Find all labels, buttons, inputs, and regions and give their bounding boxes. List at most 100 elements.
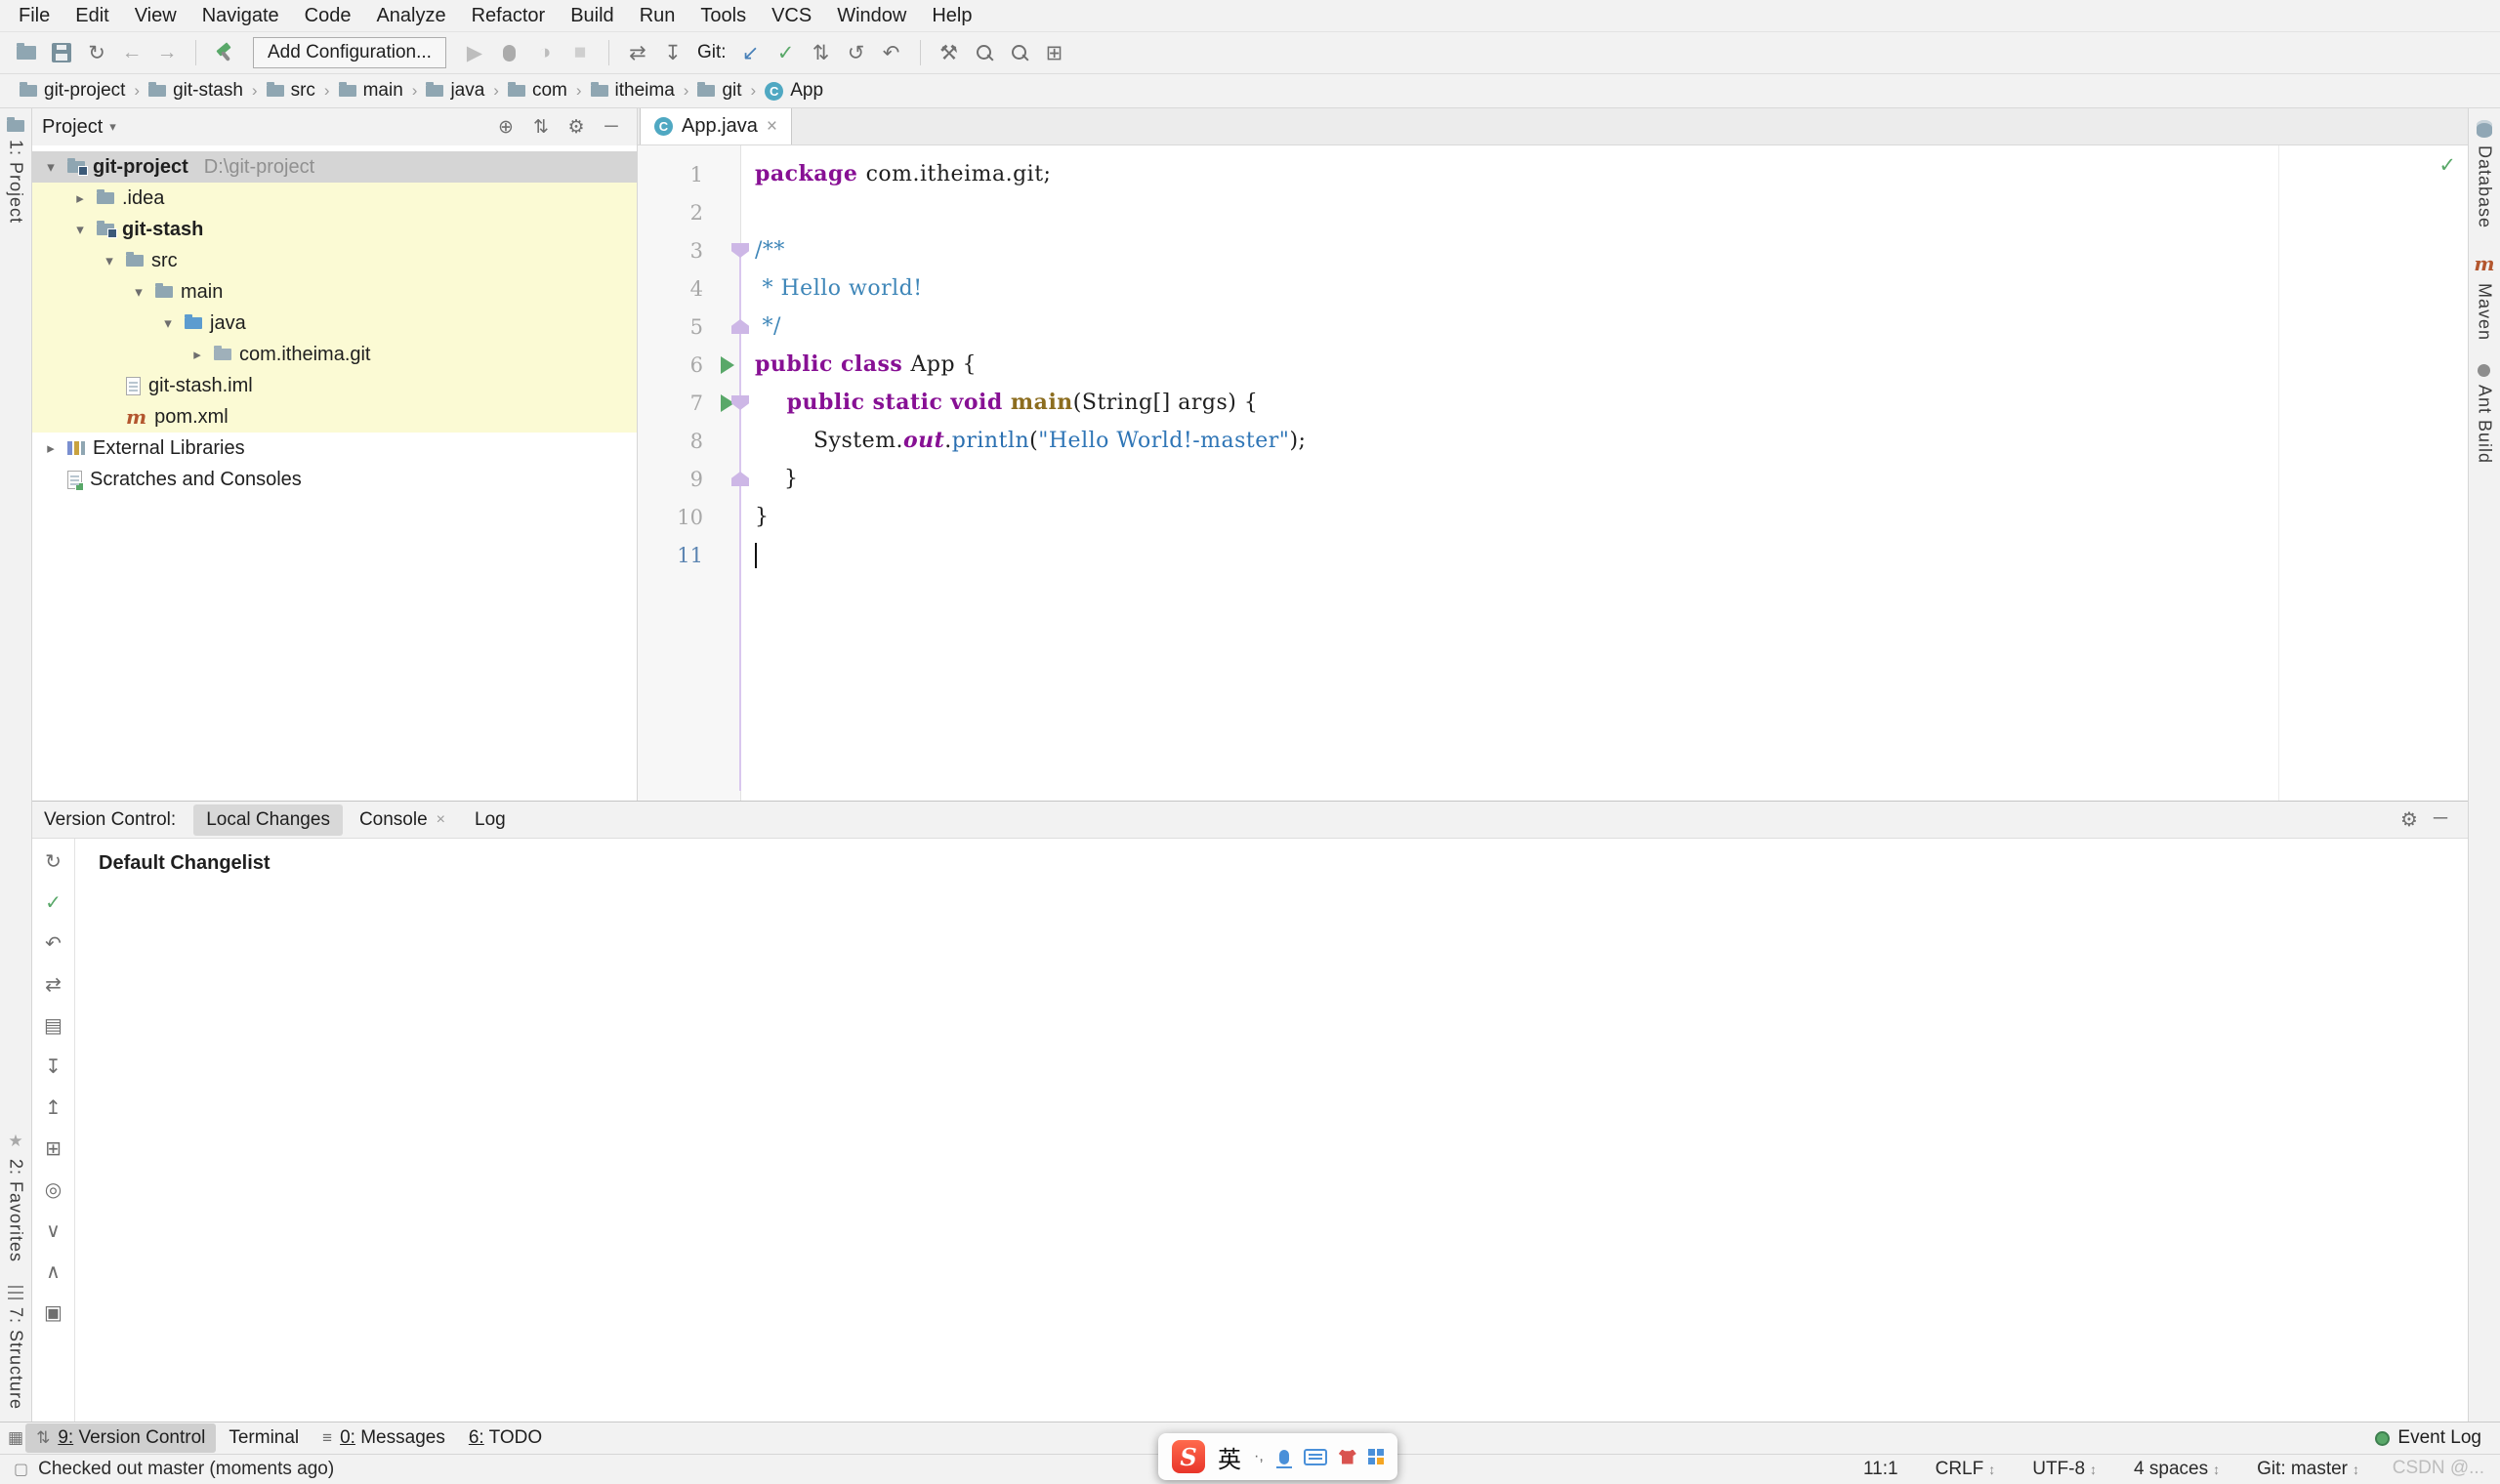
vcs-history-icon[interactable]: ↺: [840, 36, 873, 69]
chevron-right-icon[interactable]: ▸: [42, 439, 60, 457]
toolwindow-button-0-messages[interactable]: ≡ 0: Messages: [312, 1423, 456, 1453]
run-icon[interactable]: [721, 355, 734, 374]
tree-item-external-libraries[interactable]: ▸ External Libraries: [32, 433, 637, 464]
tree-item-main[interactable]: ▾ main: [32, 276, 637, 308]
vcs-commit-icon[interactable]: ✓: [770, 36, 803, 69]
menu-file[interactable]: File: [6, 0, 62, 31]
chevron-down-icon[interactable]: ▾: [159, 314, 177, 332]
status-widget-crlf[interactable]: CRLF ↕: [1936, 1459, 1996, 1480]
menu-vcs[interactable]: VCS: [759, 0, 824, 31]
tree-item-com-itheima-git[interactable]: ▸ com.itheima.git: [32, 339, 637, 370]
status-widget-utf-8[interactable]: UTF-8 ↕: [2032, 1459, 2097, 1480]
project-panel-title[interactable]: Project ▾: [42, 116, 116, 139]
refresh-icon[interactable]: ↻: [41, 848, 66, 874]
menu-analyze[interactable]: Analyze: [363, 0, 458, 31]
code-line-11[interactable]: [755, 536, 2468, 574]
compare-icon[interactable]: ⇄: [621, 36, 654, 69]
build-project-icon[interactable]: [208, 36, 241, 69]
settings-gear-icon[interactable]: ⚙: [561, 112, 592, 142]
stripe-button-ant-build[interactable]: Ant Build: [2474, 352, 2494, 475]
settings-gear-icon[interactable]: ⚙: [2394, 807, 2425, 832]
commit-icon[interactable]: ✓: [41, 889, 66, 915]
toolwindow-switcher-icon[interactable]: ▦: [8, 1428, 23, 1448]
skin-icon[interactable]: [1338, 1449, 1356, 1464]
details-view-icon[interactable]: ▣: [41, 1299, 66, 1325]
expand-all-icon[interactable]: ∨: [41, 1217, 66, 1243]
find-in-path-icon[interactable]: [968, 36, 1001, 69]
status-widget-4-spaces[interactable]: 4 spaces ↕: [2134, 1459, 2220, 1480]
breadcrumb-item-main[interactable]: main: [335, 80, 407, 102]
stripe-button-maven[interactable]: m Maven: [2474, 240, 2494, 352]
stripe-button-1-project[interactable]: 1: Project: [6, 108, 26, 235]
unshelve-icon[interactable]: ↥: [41, 1094, 66, 1120]
vc-tab-log[interactable]: Log: [462, 804, 519, 836]
chevron-down-icon[interactable]: ▾: [42, 158, 60, 176]
keyboard-icon[interactable]: [1303, 1448, 1327, 1465]
code-line-9[interactable]: }: [755, 460, 2468, 498]
code-line-5[interactable]: */: [755, 308, 2468, 346]
tree-item-git-stash[interactable]: ▾ git-stash: [32, 214, 637, 245]
stripe-button-7-structure[interactable]: 7: Structure: [6, 1274, 26, 1422]
editor-body[interactable]: 1 2 3 4 5 6 7 8 9 10 11 package com.itheima.git; /*…: [638, 145, 2468, 801]
debug-icon[interactable]: [493, 36, 526, 69]
close-tab-icon[interactable]: ×: [767, 116, 777, 138]
mic-icon[interactable]: [1275, 1449, 1292, 1468]
diff-icon[interactable]: ⇄: [41, 971, 66, 997]
locate-file-icon[interactable]: ⊕: [490, 112, 521, 142]
stop-icon[interactable]: ■: [563, 36, 597, 69]
ime-punctuation-mode[interactable]: ·,: [1254, 1448, 1264, 1465]
tool-windows-icon[interactable]: ⊞: [1038, 36, 1071, 69]
code-line-10[interactable]: }: [755, 498, 2468, 536]
open-icon[interactable]: [10, 36, 43, 69]
toolbox-icon[interactable]: [1367, 1449, 1384, 1464]
vcs-update-icon[interactable]: ↙: [734, 36, 768, 69]
menu-refactor[interactable]: Refactor: [459, 0, 559, 31]
stripe-button-database[interactable]: Database: [2474, 108, 2494, 240]
sogou-logo-icon[interactable]: S: [1172, 1440, 1205, 1473]
coverage-icon[interactable]: ◑: [528, 36, 562, 69]
default-changelist-label[interactable]: Default Changelist: [99, 852, 2468, 875]
wrench-icon[interactable]: ⚒: [933, 36, 966, 69]
breadcrumb-item-itheima[interactable]: itheima: [587, 80, 679, 102]
menu-navigate[interactable]: Navigate: [189, 0, 292, 31]
menu-view[interactable]: View: [122, 0, 189, 31]
breadcrumb-item-com[interactable]: com: [504, 80, 571, 102]
hide-panel-icon[interactable]: ─: [596, 112, 627, 142]
synchronize-icon[interactable]: ↻: [80, 36, 113, 69]
rollback-icon[interactable]: ↶: [41, 930, 66, 956]
preview-diff-icon[interactable]: ◎: [41, 1176, 66, 1202]
breadcrumb-item-app[interactable]: C App: [761, 80, 827, 102]
status-widget-git-master[interactable]: Git: master ↕: [2257, 1459, 2359, 1480]
breadcrumb-item-java[interactable]: java: [422, 80, 488, 102]
sogou-ime-bar[interactable]: S 英 ·,: [1158, 1433, 1397, 1480]
vcs-fetch-icon[interactable]: ⇅: [805, 36, 838, 69]
code-line-4[interactable]: * Hello world!: [755, 269, 2468, 308]
chevron-right-icon[interactable]: ▸: [71, 189, 89, 207]
menu-window[interactable]: Window: [824, 0, 919, 31]
collapse-all-icon[interactable]: ∧: [41, 1258, 66, 1284]
toolwindow-button-event-log[interactable]: Event Log: [2364, 1423, 2492, 1453]
breadcrumb-item-git-stash[interactable]: git-stash: [145, 80, 247, 102]
search-everywhere-icon[interactable]: [1003, 36, 1036, 69]
breadcrumb-item-git[interactable]: git: [693, 80, 745, 102]
breadcrumb-item-git-project[interactable]: git-project: [16, 80, 129, 102]
tree-item-idea[interactable]: ▸ .idea: [32, 183, 637, 214]
menu-code[interactable]: Code: [292, 0, 364, 31]
save-all-icon[interactable]: [45, 36, 78, 69]
run-configurations-combo[interactable]: Add Configuration...: [253, 37, 446, 68]
code-line-6[interactable]: public class App {: [755, 346, 2468, 384]
editor-code[interactable]: package com.itheima.git; /** * Hello worl…: [741, 145, 2468, 801]
tree-item-scratches-and-consoles[interactable]: Scratches and Consoles: [32, 464, 637, 495]
code-line-1[interactable]: package com.itheima.git;: [755, 155, 2468, 193]
tree-item-src[interactable]: ▾ src: [32, 245, 637, 276]
menu-edit[interactable]: Edit: [62, 0, 121, 31]
vcs-rollback-icon[interactable]: ↶: [875, 36, 908, 69]
shelve-icon[interactable]: ↧: [41, 1053, 66, 1079]
code-line-2[interactable]: [755, 193, 2468, 231]
version-control-content[interactable]: Default Changelist: [75, 839, 2468, 1422]
tree-item-git-stash-iml[interactable]: git-stash.iml: [32, 370, 637, 401]
chevron-down-icon[interactable]: ▾: [130, 283, 147, 301]
ime-language-mode[interactable]: 英: [1218, 1440, 1241, 1474]
menu-help[interactable]: Help: [919, 0, 984, 31]
close-tab-icon[interactable]: ×: [437, 811, 445, 829]
